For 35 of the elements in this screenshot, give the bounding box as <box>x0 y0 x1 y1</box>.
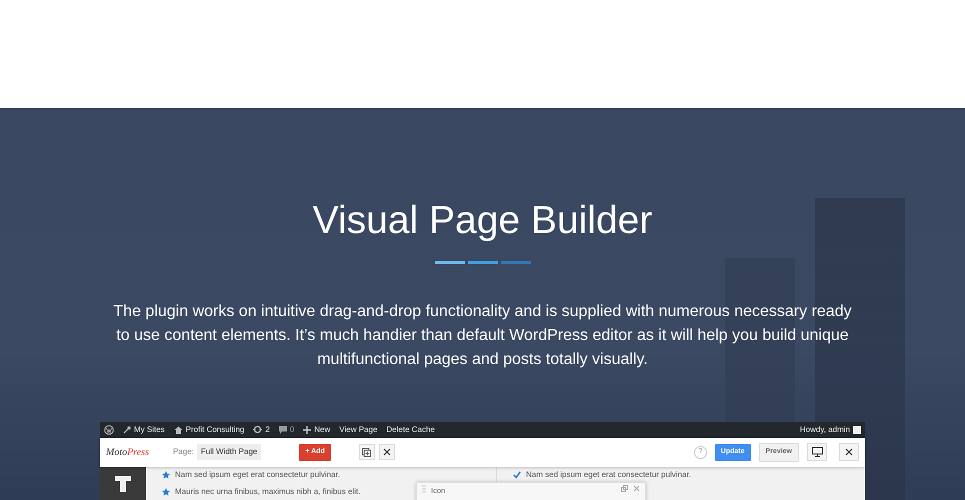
admin-bar-link[interactable]: Profit Consulting <box>174 424 244 436</box>
comment-icon <box>278 426 287 434</box>
star-icon <box>162 488 170 496</box>
star-icon <box>162 470 170 479</box>
description-paragraph: The plugin works on intuitive drag-and-drop functionality and is supplied with numerous necessary ready to use content elements. It’s much handier than default WordPress editor as it will help you build unique multifunctional pages and posts totally visually. <box>112 302 853 370</box>
greeting-link[interactable]: Howdy, admin <box>800 424 850 436</box>
key-icon <box>123 426 131 434</box>
plus-icon <box>303 426 312 434</box>
list-item-text: Nam sed ipsum eget erat consectetur pulvinar. <box>526 468 691 481</box>
updates-link[interactable]: 2 <box>253 424 270 436</box>
refresh-icon <box>253 425 262 434</box>
admin-bar-link[interactable]: View Page <box>339 424 378 436</box>
check-icon <box>513 470 521 479</box>
list-item-text: Nam sed ipsum eget erat consectetur pulvinar. <box>175 468 340 481</box>
section-title: Visual Page Builder <box>312 198 654 244</box>
close-icon <box>382 448 391 456</box>
duplicate-icon <box>362 448 372 457</box>
wordpress-logo-icon[interactable] <box>104 424 114 435</box>
monitor-icon <box>812 447 822 458</box>
admin-bar-link[interactable]: Delete Cache <box>386 424 435 436</box>
admin-bar-link[interactable]: My Sites <box>123 424 165 436</box>
comments-link[interactable]: 0 <box>278 424 294 436</box>
admin-bar-link[interactable]: New <box>303 424 330 436</box>
close-icon <box>845 448 853 456</box>
duplicate-button[interactable] <box>358 444 375 460</box>
close-button[interactable] <box>839 443 859 462</box>
list-item-text: Mauris nec urna finibus, maximus nibh a, finibus elit. <box>175 486 360 498</box>
motopress-logo: MotoPress <box>106 446 149 460</box>
page-select[interactable]: Full Width Page <box>196 444 262 460</box>
device-button[interactable] <box>807 443 827 462</box>
page-label: Page: <box>172 446 194 458</box>
text-widget-icon[interactable] <box>114 474 132 493</box>
avatar-icon[interactable] <box>853 426 861 434</box>
home-icon <box>174 426 183 434</box>
close-button[interactable] <box>378 444 395 460</box>
